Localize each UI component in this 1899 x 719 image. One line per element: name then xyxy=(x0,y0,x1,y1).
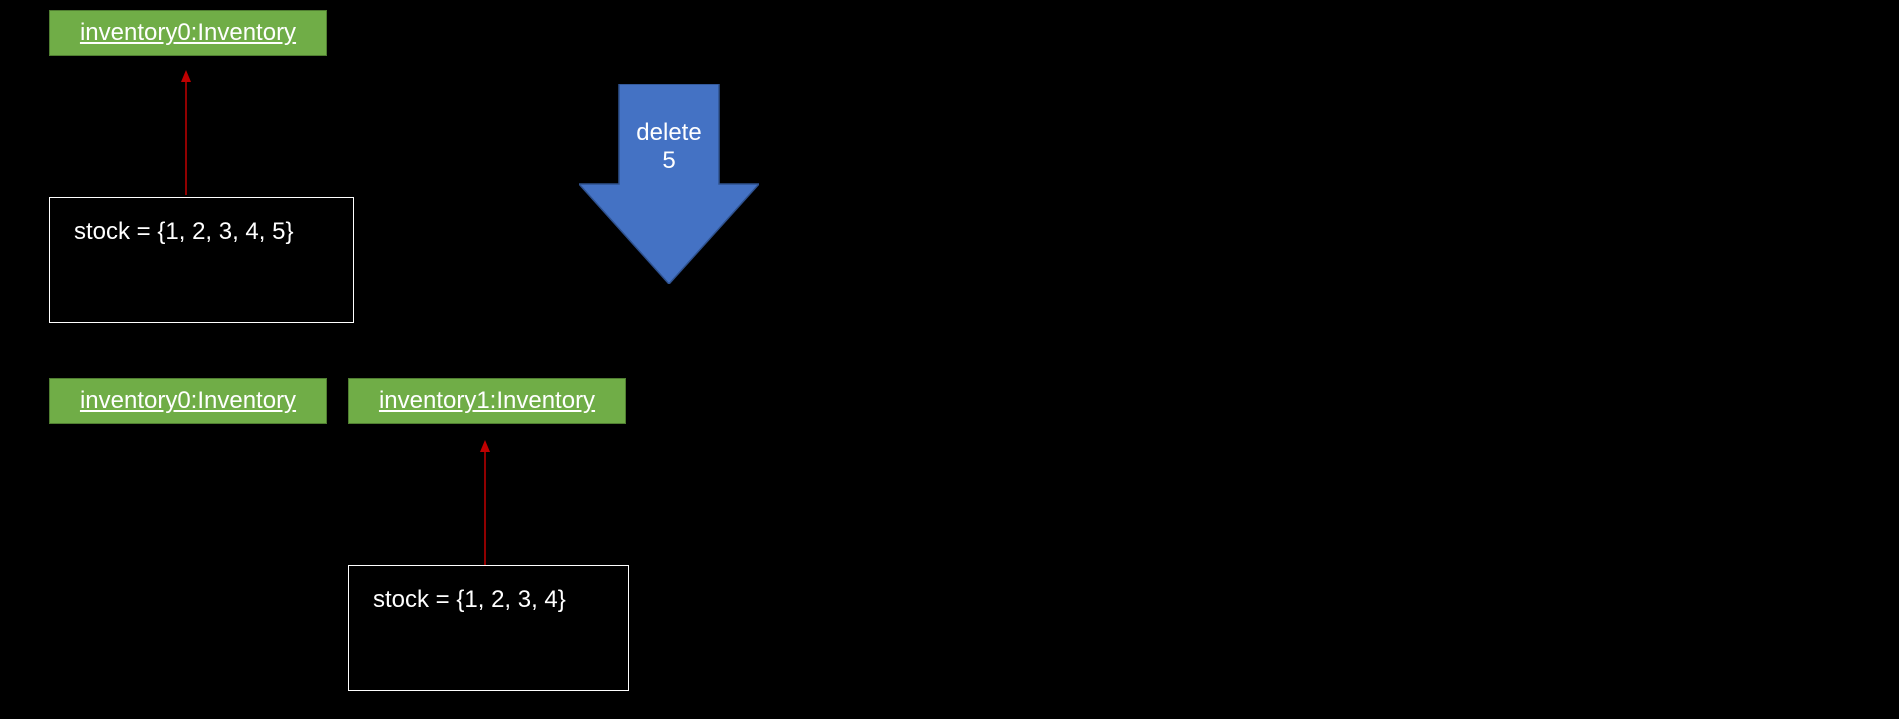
operation-action: delete xyxy=(636,119,701,146)
object-inventory1-after: inventory1:Inventory xyxy=(348,378,626,424)
object-label: inventory0:Inventory xyxy=(80,19,296,46)
comment-text: stock = {1, 2, 3, 4, 5} xyxy=(74,218,293,245)
comment-before: stock = {1, 2, 3, 4, 5} xyxy=(49,197,354,323)
object-inventory0-before: inventory0:Inventory xyxy=(49,10,327,56)
object-label: inventory0:Inventory xyxy=(80,387,296,414)
pointer-arrow-before xyxy=(176,70,196,200)
operation-text: delete 5 xyxy=(579,119,759,175)
operation-value: 5 xyxy=(662,147,675,174)
operation-arrow: delete 5 xyxy=(579,84,759,284)
comment-text: stock = {1, 2, 3, 4} xyxy=(373,586,566,613)
object-label: inventory1:Inventory xyxy=(379,387,595,414)
object-inventory0-after: inventory0:Inventory xyxy=(49,378,327,424)
pointer-arrow-after xyxy=(475,440,495,570)
comment-after: stock = {1, 2, 3, 4} xyxy=(348,565,629,691)
